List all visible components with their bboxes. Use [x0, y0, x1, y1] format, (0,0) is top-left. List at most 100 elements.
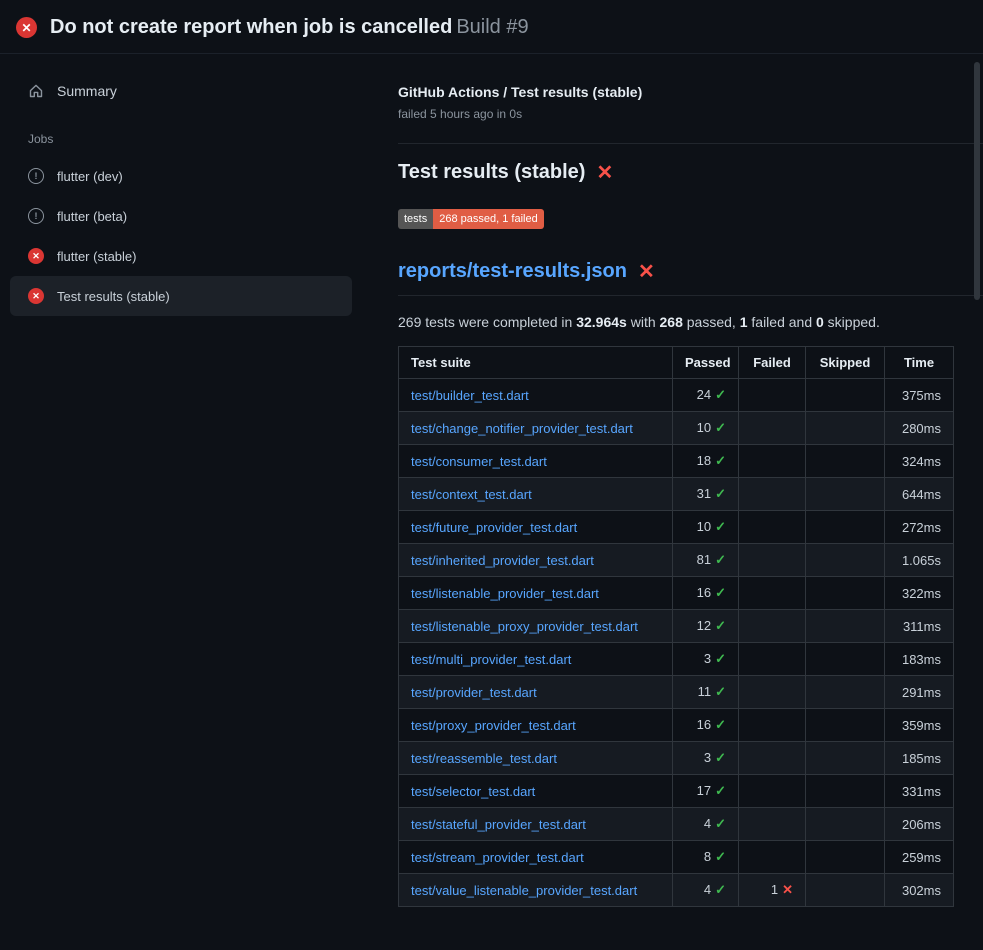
x-icon: ✕ [782, 882, 793, 897]
failed-x-icon: ✕ [596, 160, 613, 185]
failed-cell [739, 445, 806, 478]
job-label: flutter (dev) [57, 169, 123, 184]
failed-cell [739, 676, 806, 709]
sidebar-item-flutter-stable[interactable]: ✕flutter (stable) [10, 236, 352, 276]
test-suite-link[interactable]: test/future_provider_test.dart [411, 520, 577, 535]
suite-cell: test/builder_test.dart [399, 379, 673, 412]
check-icon: ✓ [715, 618, 726, 633]
skipped-cell [806, 478, 885, 511]
check-icon: ✓ [715, 882, 726, 897]
check-icon: ✓ [715, 651, 726, 666]
report-heading: reports/test-results.json✕ [398, 259, 983, 296]
test-suite-link[interactable]: test/reassemble_test.dart [411, 751, 557, 766]
results-table: Test suite Passed Failed Skipped Time te… [398, 346, 954, 907]
summary-text: skipped. [824, 314, 880, 330]
check-icon: ✓ [715, 783, 726, 798]
test-suite-link[interactable]: test/change_notifier_provider_test.dart [411, 421, 633, 436]
suite-cell: test/inherited_provider_test.dart [399, 544, 673, 577]
table-row: test/stream_provider_test.dart8✓259ms [399, 841, 954, 874]
time-cell: 183ms [885, 643, 954, 676]
skipped-cell [806, 742, 885, 775]
passed-cell: 3✓ [673, 742, 739, 775]
passed-cell: 11✓ [673, 676, 739, 709]
suite-cell: test/listenable_proxy_provider_test.dart [399, 610, 673, 643]
time-cell: 206ms [885, 808, 954, 841]
sidebar-item-test-results-stable[interactable]: ✕Test results (stable) [10, 276, 352, 316]
test-suite-link[interactable]: test/multi_provider_test.dart [411, 652, 571, 667]
summary-total-time: 32.964s [576, 314, 627, 330]
passed-cell: 10✓ [673, 511, 739, 544]
test-suite-link[interactable]: test/context_test.dart [411, 487, 532, 502]
passed-count: 11 [698, 684, 712, 699]
passed-count: 8 [704, 849, 711, 864]
neutral-icon: ! [28, 208, 44, 224]
passed-cell: 16✓ [673, 709, 739, 742]
skipped-cell [806, 577, 885, 610]
home-icon [28, 83, 44, 99]
test-suite-link[interactable]: test/stream_provider_test.dart [411, 850, 584, 865]
failed-cell [739, 379, 806, 412]
passed-cell: 16 ✓ [673, 577, 739, 610]
skipped-cell [806, 808, 885, 841]
summary-failed-count: 1 [740, 314, 748, 330]
test-suite-link[interactable]: test/provider_test.dart [411, 685, 537, 700]
table-row: test/future_provider_test.dart 10✓ 272ms [399, 511, 954, 544]
failed-cell [739, 544, 806, 577]
test-suite-link[interactable]: test/stateful_provider_test.dart [411, 817, 586, 832]
tests-badge: tests 268 passed, 1 failed [398, 209, 544, 229]
sidebar-item-flutter-dev[interactable]: !flutter (dev) [10, 156, 352, 196]
failed-cell [739, 577, 806, 610]
check-icon: ✓ [715, 387, 726, 402]
test-suite-link[interactable]: test/proxy_provider_test.dart [411, 718, 576, 733]
table-row: test/provider_test.dart 11✓ 291ms [399, 676, 954, 709]
passed-cell: 4✓ [673, 874, 739, 907]
suite-cell: test/change_notifier_provider_test.dart [399, 412, 673, 445]
failed-cell [739, 610, 806, 643]
skipped-cell [806, 709, 885, 742]
test-suite-link[interactable]: test/consumer_test.dart [411, 454, 547, 469]
main-content: GitHub Actions / Test results (stable) f… [383, 54, 983, 907]
passed-cell: 17 ✓ [673, 775, 739, 808]
passed-count: 3 [704, 651, 711, 666]
report-file-link[interactable]: reports/test-results.json [398, 260, 627, 283]
table-header-row: Test suite Passed Failed Skipped Time [399, 347, 954, 379]
divider [398, 143, 983, 144]
test-suite-link[interactable]: test/listenable_proxy_provider_test.dart [411, 619, 638, 634]
passed-count: 16 [697, 585, 711, 600]
results-table-body: test/builder_test.dart24✓375mstest/chang… [399, 379, 954, 907]
test-suite-link[interactable]: test/listenable_provider_test.dart [411, 586, 599, 601]
build-number: Build #9 [456, 16, 528, 38]
sidebar-item-flutter-beta[interactable]: !flutter (beta) [10, 196, 352, 236]
test-suite-link[interactable]: test/inherited_provider_test.dart [411, 553, 594, 568]
passed-count: 81 [697, 552, 711, 567]
test-suite-link[interactable]: test/selector_test.dart [411, 784, 535, 799]
passed-cell: 3✓ [673, 643, 739, 676]
scrollbar-thumb[interactable] [974, 62, 980, 300]
failed-icon: ✕ [28, 248, 44, 264]
section-title-text: Test results (stable) [398, 161, 585, 184]
check-icon: ✓ [715, 585, 726, 600]
check-icon: ✓ [715, 750, 726, 765]
time-cell: 375ms [885, 379, 954, 412]
check-icon: ✓ [715, 486, 726, 501]
passed-cell: 8✓ [673, 841, 739, 874]
failed-count: 1 [771, 882, 778, 897]
passed-count: 10 [697, 519, 711, 534]
suite-cell: test/multi_provider_test.dart [399, 643, 673, 676]
check-icon: ✓ [715, 453, 726, 468]
passed-count: 17 [697, 783, 711, 798]
time-cell: 291ms [885, 676, 954, 709]
status-line: failed 5 hours ago in 0s [398, 107, 983, 121]
test-suite-link[interactable]: test/value_listenable_provider_test.dart [411, 883, 637, 898]
page-layout: Summary Jobs !flutter (dev)!flutter (bet… [0, 54, 983, 907]
table-row: test/context_test.dart31✓644ms [399, 478, 954, 511]
failed-cell [739, 643, 806, 676]
sidebar-item-summary[interactable]: Summary [0, 76, 383, 106]
check-icon: ✓ [715, 420, 726, 435]
failed-cell [739, 511, 806, 544]
time-cell: 272ms [885, 511, 954, 544]
summary-text: 269 tests were completed in [398, 314, 576, 330]
suite-cell: test/value_listenable_provider_test.dart [399, 874, 673, 907]
test-suite-link[interactable]: test/builder_test.dart [411, 388, 529, 403]
column-header-test-suite: Test suite [399, 347, 673, 379]
